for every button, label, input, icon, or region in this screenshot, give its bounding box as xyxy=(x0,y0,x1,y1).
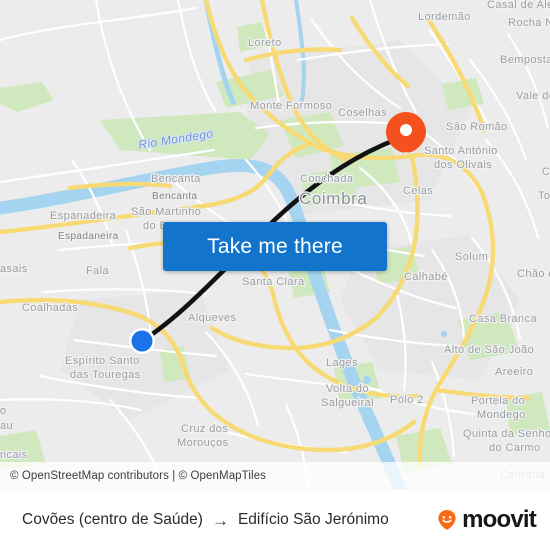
trip-summary: Covões (centro de Saúde) → Edifício São … xyxy=(22,511,389,529)
map-place-label: do Carmo xyxy=(489,442,541,454)
map-place-label: Rocha N xyxy=(508,17,550,29)
map-canvas[interactable]: Loreto Casal de Ale Lordemão Rocha N Bempost… xyxy=(0,0,550,490)
map-place-label: Solum xyxy=(455,251,488,263)
map-place-label: Salgueiral xyxy=(321,397,374,409)
map-place-label: Vale de xyxy=(516,90,550,102)
map-place-label: das Touregas xyxy=(70,369,141,381)
moovit-wordmark: moovit xyxy=(462,506,537,533)
destination-label: Edifício São Jerónimo xyxy=(237,511,389,528)
map-place-label: Celas xyxy=(403,185,433,197)
map-place-label: Santa Clara xyxy=(242,276,305,288)
map-place-label: Monte Formoso xyxy=(250,100,332,112)
map-place-label: Lages xyxy=(326,357,358,369)
footer-bar: Covões (centro de Saúde) → Edifício São … xyxy=(0,490,550,550)
map-place-label: Calhabé xyxy=(404,271,448,283)
map-place-label: o xyxy=(0,405,7,417)
map-place-label: Cruz dos xyxy=(181,423,228,435)
map-place-label: Bencanta xyxy=(152,191,197,202)
map-place-label: Fala xyxy=(86,265,109,277)
map-place-label: Coimbra xyxy=(299,189,367,208)
map-place-label: asais xyxy=(0,263,28,275)
map-place-label: Casal de Ale xyxy=(487,0,550,11)
map-place-label: ncais xyxy=(0,449,28,461)
map-place-label: To xyxy=(538,190,550,202)
map-place-label: Loreto xyxy=(248,37,282,49)
map-place-label: Conchada xyxy=(300,173,354,185)
arrow-right-icon: → xyxy=(211,510,229,530)
map-place-label: Casa Branca xyxy=(469,313,537,325)
map-place-label: au xyxy=(0,420,13,432)
map-place-label: Bemposta xyxy=(500,54,550,66)
map-place-label: Santo António xyxy=(424,145,498,157)
map-place-label: Quinta da Senho xyxy=(463,428,550,440)
map-place-label: Coselhas xyxy=(338,107,387,119)
take-me-there-button[interactable]: Take me there xyxy=(163,222,387,271)
map-place-label: Espadaneira xyxy=(58,231,119,242)
map-place-label: São Martinho xyxy=(131,206,201,218)
origin-label: Covões (centro de Saúde) xyxy=(22,511,203,528)
map-place-label: C xyxy=(542,166,550,178)
map-place-label: Pólo 2 xyxy=(390,394,424,406)
map-attribution[interactable]: © OpenStreetMap contributors | © OpenMap… xyxy=(0,462,550,490)
map-place-label: Areeiro xyxy=(495,366,533,378)
map-place-label: São Romão xyxy=(446,121,508,133)
map-place-label: Portela do xyxy=(471,395,525,407)
map-place-label: dos Olivais xyxy=(434,159,492,171)
map-place-label: Morouços xyxy=(177,437,229,449)
map-place-label: Bencanta xyxy=(151,173,201,185)
moovit-pin-icon xyxy=(438,510,456,530)
map-place-label: Lordemão xyxy=(418,11,471,23)
map-place-label: Espírito Santo xyxy=(65,355,140,367)
map-place-label: Mondego xyxy=(477,409,526,421)
map-place-label: Espanadeira xyxy=(50,210,117,222)
map-place-label: Chão do xyxy=(517,268,550,280)
map-place-label: Alto de São João xyxy=(444,344,534,356)
map-attribution-text: © OpenStreetMap contributors | © OpenMap… xyxy=(10,470,267,482)
map-place-label: Alqueves xyxy=(188,312,237,324)
origin-marker[interactable] xyxy=(129,328,155,354)
map-place-label: Coalhadas xyxy=(22,302,78,314)
map-place-label: Volta do xyxy=(326,383,369,395)
moovit-logo[interactable]: moovit xyxy=(434,506,537,533)
